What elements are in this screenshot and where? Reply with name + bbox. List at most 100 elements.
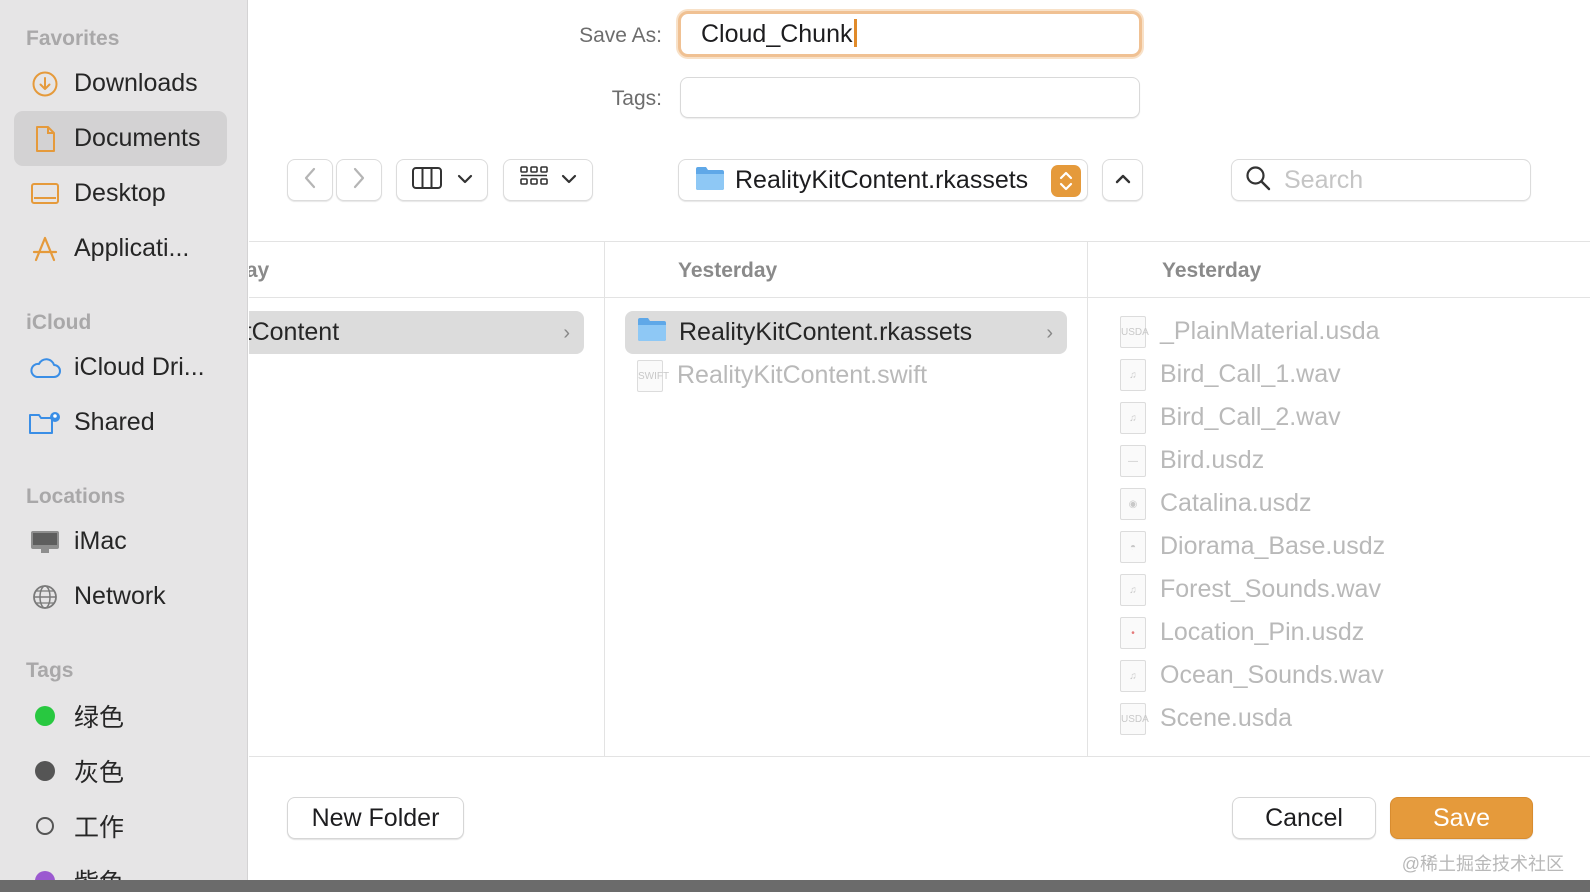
usdz-file-icon: •	[1120, 616, 1146, 649]
swift-file-icon: SWIFT	[637, 359, 669, 392]
cloud-icon	[28, 351, 62, 385]
column-header: Yesterday	[249, 242, 604, 298]
tags-input[interactable]	[680, 77, 1140, 118]
save-button[interactable]: Save	[1390, 797, 1533, 839]
audio-file-icon: ♫	[1120, 573, 1146, 606]
list-item[interactable]: ♫ Bird_Call_1.wav	[1120, 353, 1341, 396]
sidebar-item-icloud-drive[interactable]: iCloud Dri...	[14, 340, 227, 395]
search-input[interactable]: Search	[1231, 159, 1531, 201]
shared-folder-icon	[28, 406, 62, 440]
usdz-file-icon: —	[1120, 444, 1146, 477]
sidebar-tag-purple[interactable]: 紫色	[14, 853, 227, 880]
sidebar-tag-gray[interactable]: 灰色	[14, 743, 227, 798]
sidebar-item-label: Applicati...	[74, 234, 190, 262]
tag-dot-empty	[28, 809, 62, 843]
chevron-right-icon	[352, 166, 366, 195]
sidebar-item-label: Desktop	[74, 179, 166, 207]
sidebar-item-downloads[interactable]: Downloads	[14, 56, 227, 111]
text-caret	[853, 19, 857, 48]
sidebar-tag-work[interactable]: 工作	[14, 798, 227, 853]
column-header: Yesterday	[1088, 242, 1590, 298]
column-browser: Yesterday RealityKitContent › Yesterday …	[249, 241, 1590, 757]
sidebar-item-label: Network	[74, 582, 166, 610]
location-popup[interactable]: RealityKitContent.rkassets	[678, 159, 1088, 201]
tag-dot-gray	[28, 754, 62, 788]
audio-file-icon: ♫	[1120, 358, 1146, 391]
list-item[interactable]: USDA _PlainMaterial.usda	[1120, 310, 1380, 353]
list-item[interactable]: USDA Scene.usda	[1120, 697, 1292, 740]
sidebar-item-label: Downloads	[74, 69, 198, 97]
network-globe-icon	[28, 580, 62, 614]
list-item[interactable]: RealityKitContent ›	[249, 311, 584, 354]
section-title-tags: Tags	[26, 659, 74, 682]
list-item[interactable]: • Location_Pin.usdz	[1120, 611, 1364, 654]
cancel-button[interactable]: Cancel	[1232, 797, 1376, 839]
sidebar-item-network[interactable]: Network	[14, 569, 227, 624]
browser-column-2: Yesterday RealityKitContent.rkassets › S…	[605, 242, 1087, 756]
location-popup-label: RealityKitContent.rkassets	[735, 165, 1029, 194]
back-button[interactable]	[287, 159, 333, 201]
section-title-locations: Locations	[26, 485, 126, 508]
sidebar: Favorites Downloads Documents Desktop Ap…	[0, 0, 248, 880]
save-as-value: Cloud_Chunk	[701, 20, 853, 48]
columns-view-icon	[411, 166, 443, 195]
tag-dot-green	[28, 699, 62, 733]
sidebar-item-label: 工作	[74, 813, 125, 842]
sidebar-item-desktop[interactable]: Desktop	[14, 166, 227, 221]
dock-strip	[0, 880, 1590, 892]
download-circle-icon	[28, 67, 62, 101]
collapse-button[interactable]	[1102, 159, 1143, 201]
save-as-label: Save As:	[579, 24, 662, 47]
search-placeholder: Search	[1284, 165, 1364, 194]
sidebar-item-label: iMac	[74, 527, 127, 555]
usda-file-icon: USDA	[1120, 702, 1149, 735]
sidebar-item-documents[interactable]: Documents	[14, 111, 227, 166]
tags-label: Tags:	[611, 87, 662, 110]
sidebar-item-shared[interactable]: Shared	[14, 395, 227, 450]
list-item[interactable]: ◓ Diorama_Base.usdz	[1120, 525, 1385, 568]
browser-column-3: Yesterday USDA _PlainMaterial.usda ♫ Bir…	[1088, 242, 1590, 756]
audio-file-icon: ♫	[1120, 659, 1146, 692]
desktop-icon	[28, 177, 62, 211]
document-icon	[28, 122, 62, 156]
list-item[interactable]: ♫ Ocean_Sounds.wav	[1120, 654, 1384, 697]
applications-icon	[28, 232, 62, 266]
imac-icon	[28, 525, 62, 559]
sidebar-item-applications[interactable]: Applicati...	[14, 221, 227, 276]
list-item[interactable]: ♫ Forest_Sounds.wav	[1120, 568, 1381, 611]
tag-dot-purple	[28, 864, 62, 880]
icon-grid-icon	[519, 165, 549, 196]
chevron-down-icon	[457, 171, 473, 189]
list-item[interactable]: — Bird.usdz	[1120, 439, 1264, 482]
folder-icon	[695, 165, 725, 196]
list-item[interactable]: SWIFT RealityKitContent.swift	[637, 354, 1067, 397]
section-title-icloud: iCloud	[26, 311, 92, 334]
usda-file-icon: USDA	[1120, 315, 1149, 348]
folder-icon	[637, 316, 667, 349]
search-icon	[1244, 164, 1272, 197]
sidebar-item-label: 绿色	[74, 703, 125, 732]
sidebar-item-label: Shared	[74, 408, 155, 436]
section-title-favorites: Favorites	[26, 27, 120, 50]
chevron-left-icon	[303, 166, 317, 195]
list-item[interactable]: ♫ Bird_Call_2.wav	[1120, 396, 1341, 439]
chevron-down-icon	[561, 171, 577, 189]
chevron-right-icon: ›	[1046, 322, 1053, 344]
sidebar-tag-green[interactable]: 绿色	[14, 688, 227, 743]
chevron-right-icon: ›	[563, 322, 570, 344]
view-mode-button[interactable]	[396, 159, 488, 201]
list-item[interactable]: RealityKitContent.rkassets ›	[625, 311, 1067, 354]
updown-chevron-icon	[1051, 165, 1081, 197]
forward-button[interactable]	[336, 159, 382, 201]
column-header: Yesterday	[605, 242, 1087, 298]
sidebar-item-label: iCloud Dri...	[74, 353, 205, 381]
watermark: @稀土掘金技术社区	[1401, 854, 1564, 874]
list-item[interactable]: ◉ Catalina.usdz	[1120, 482, 1311, 525]
sidebar-item-label: 紫色	[74, 863, 124, 881]
save-as-input[interactable]: Cloud_Chunk	[678, 11, 1142, 57]
chevron-up-icon	[1115, 171, 1131, 189]
sidebar-item-imac[interactable]: iMac	[14, 514, 227, 569]
new-folder-button[interactable]: New Folder	[287, 797, 464, 839]
group-by-button[interactable]	[503, 159, 593, 201]
sidebar-item-label: Documents	[74, 124, 201, 152]
